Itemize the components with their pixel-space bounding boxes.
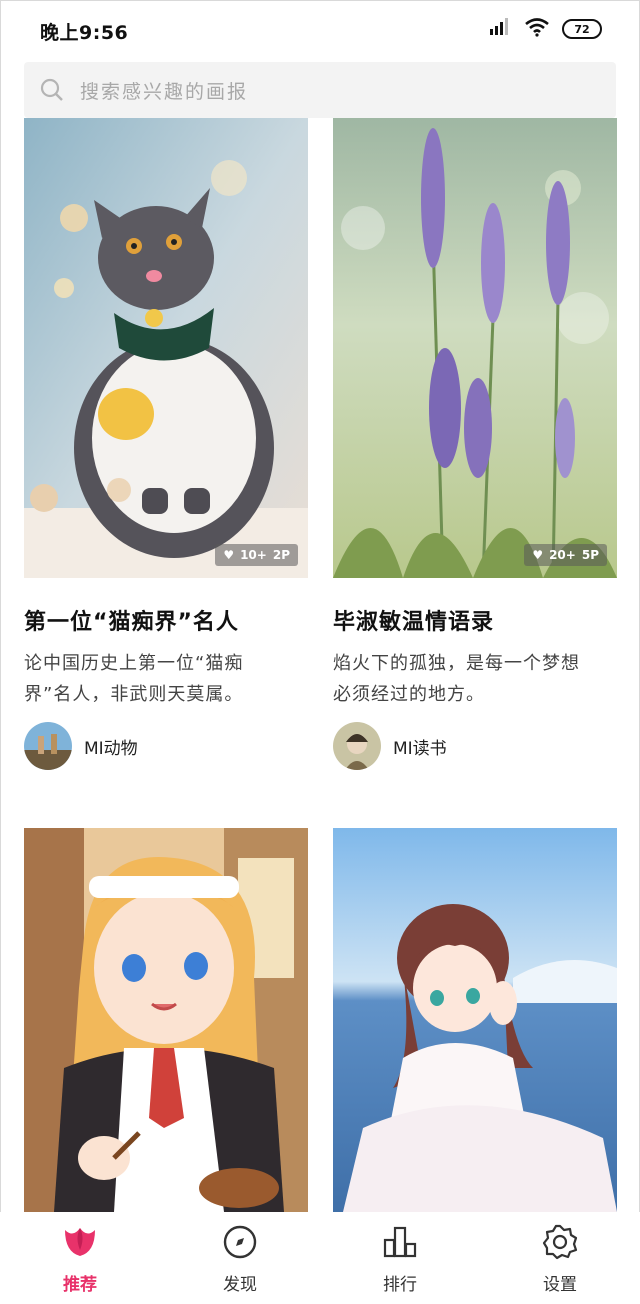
heart-icon: ♥ — [223, 548, 235, 562]
avatar[interactable] — [24, 722, 72, 770]
nav-label: 发现 — [223, 1275, 257, 1295]
wifi-icon — [524, 17, 550, 41]
post-cover-image[interactable] — [333, 828, 617, 1212]
nav-tab-settings[interactable]: 设置 — [480, 1212, 640, 1304]
post-description: 焰火下的孤独，是每一个梦想必须经过的地方。 — [333, 653, 580, 705]
post-card[interactable]: ♥ 10+ 2P 第一位“猫痴界”名人 论中国历史上第一位“猫痴界”名人，非武则… — [24, 118, 308, 770]
author-name[interactable]: MI读书 — [393, 734, 447, 759]
nav-tab-discover[interactable]: 发现 — [160, 1212, 320, 1304]
author-name[interactable]: MI动物 — [84, 734, 138, 759]
nav-tab-ranking[interactable]: 排行 — [320, 1212, 480, 1304]
nav-tab-recommend[interactable]: 推荐 — [0, 1212, 160, 1304]
nav-label: 设置 — [543, 1275, 577, 1295]
battery-indicator: 72 — [562, 19, 602, 39]
post-card[interactable] — [333, 828, 617, 1212]
search-bar[interactable]: 搜索感兴趣的画报 — [24, 62, 616, 118]
post-description: 论中国历史上第一位“猫痴界”名人，非武则天莫属。 — [24, 653, 244, 705]
search-placeholder: 搜索感兴趣的画报 — [80, 80, 249, 103]
battery-level: 72 — [574, 22, 590, 36]
post-card[interactable]: ♥ 20+ 5P 毕淑敏温情语录 焰火下的孤独，是每一个梦想必须经过的地方。 M… — [333, 118, 617, 770]
post-title[interactable]: 毕淑敏温情语录 — [333, 604, 494, 636]
post-stats-badge: ♥ 10+ 2P — [215, 544, 298, 566]
post-card[interactable] — [24, 828, 308, 1212]
post-cover-image[interactable] — [24, 828, 308, 1212]
cellular-signal-icon — [488, 17, 512, 41]
gear-icon — [542, 1224, 578, 1264]
post-stats-badge: ♥ 20+ 5P — [524, 544, 607, 566]
bottom-nav: 推荐 发现 排行 设置 — [0, 1212, 640, 1304]
status-time: 晚上9:56 — [40, 22, 129, 44]
status-icons: 72 — [488, 16, 602, 42]
tulip-icon — [61, 1224, 99, 1264]
status-bar: 晚上9:56 72 — [0, 0, 640, 58]
nav-label: 推荐 — [63, 1275, 97, 1295]
post-title[interactable]: 第一位“猫痴界”名人 — [24, 604, 239, 636]
avatar[interactable] — [333, 722, 381, 770]
page-count: 5P — [581, 548, 599, 562]
bar-chart-icon — [382, 1224, 418, 1264]
search-icon — [24, 62, 80, 118]
post-author[interactable]: MI动物 — [24, 722, 138, 770]
heart-icon: ♥ — [532, 548, 544, 562]
post-cover-image[interactable]: ♥ 10+ 2P — [24, 118, 308, 578]
likes-count: 20+ — [549, 548, 576, 562]
page-count: 2P — [272, 548, 290, 562]
post-cover-image[interactable]: ♥ 20+ 5P — [333, 118, 617, 578]
compass-icon — [222, 1224, 258, 1264]
nav-label: 排行 — [383, 1275, 417, 1295]
post-author[interactable]: MI读书 — [333, 722, 447, 770]
likes-count: 10+ — [240, 548, 267, 562]
